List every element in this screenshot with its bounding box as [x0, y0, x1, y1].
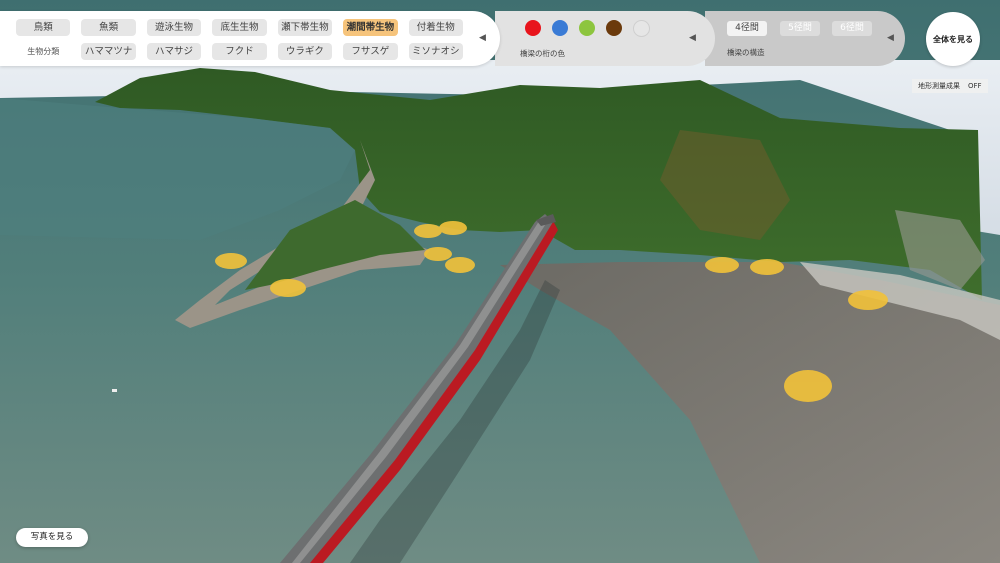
- species-misonaoshi[interactable]: ミソナオシ: [408, 43, 463, 60]
- color-swatches: [525, 20, 661, 37]
- terrain-3d-view[interactable]: [0, 0, 1000, 563]
- species-row: 生物分類 ハママツナ ハマサジ フクド ウラギク フサスゲ ミソナオシ: [16, 43, 474, 62]
- span-6-button[interactable]: 6径間: [832, 21, 872, 36]
- species-fususuge[interactable]: フサスゲ: [343, 43, 398, 60]
- survey-result-toggle[interactable]: 地形測量成果 OFF: [912, 79, 988, 93]
- category-intertidal[interactable]: 潮間帯生物: [343, 19, 398, 36]
- category-birds[interactable]: 鳥類: [16, 19, 71, 36]
- category-nekton[interactable]: 遊泳生物: [146, 19, 202, 36]
- girder-color-panel: 橋梁の桁の色 ◀: [495, 11, 715, 66]
- category-fish[interactable]: 魚類: [81, 19, 136, 36]
- bridge-structure-panel: 4径間 5径間 6径間 橋梁の構造 ◀: [705, 11, 905, 66]
- color-caption: 橋梁の桁の色: [520, 49, 565, 58]
- structure-collapse-arrow-icon[interactable]: ◀: [887, 33, 894, 43]
- category-collapse-arrow-icon[interactable]: ◀: [479, 33, 486, 43]
- view-all-button[interactable]: 全体を見る: [926, 12, 980, 66]
- category-subtidal[interactable]: 瀬下帯生物: [277, 19, 333, 36]
- species-fukudo[interactable]: フクド: [212, 43, 267, 60]
- color-swatch-white[interactable]: [633, 20, 650, 37]
- category-row: 鳥類 魚類 遊泳生物 底生生物 瀬下帯生物 潮間帯生物 付着生物: [16, 19, 474, 38]
- color-collapse-arrow-icon[interactable]: ◀: [689, 33, 696, 43]
- species-uragiku[interactable]: ウラギク: [277, 43, 333, 60]
- span-5-button[interactable]: 5径間: [780, 21, 820, 36]
- survey-label: 地形測量成果: [918, 82, 960, 90]
- category-benthos[interactable]: 底生生物: [212, 19, 267, 36]
- structure-caption: 橋梁の構造: [727, 48, 765, 57]
- color-swatch-blue[interactable]: [552, 20, 568, 36]
- category-sessile[interactable]: 付着生物: [408, 19, 463, 36]
- color-swatch-red[interactable]: [525, 20, 541, 36]
- view-all-label: 全体を見る: [933, 34, 973, 44]
- span-4-button[interactable]: 4径間: [727, 21, 767, 36]
- species-hamasaji[interactable]: ハマサジ: [146, 43, 202, 60]
- view-photo-button[interactable]: 写真を見る: [16, 528, 88, 547]
- color-swatch-green[interactable]: [579, 20, 595, 36]
- species-category-panel: 鳥類 魚類 遊泳生物 底生生物 瀬下帯生物 潮間帯生物 付着生物 生物分類 ハマ…: [0, 11, 500, 66]
- species-row-label: 生物分類: [27, 47, 60, 56]
- color-swatch-brown[interactable]: [606, 20, 622, 36]
- survey-state: OFF: [968, 82, 982, 90]
- species-hamamatsuna[interactable]: ハママツナ: [81, 43, 136, 60]
